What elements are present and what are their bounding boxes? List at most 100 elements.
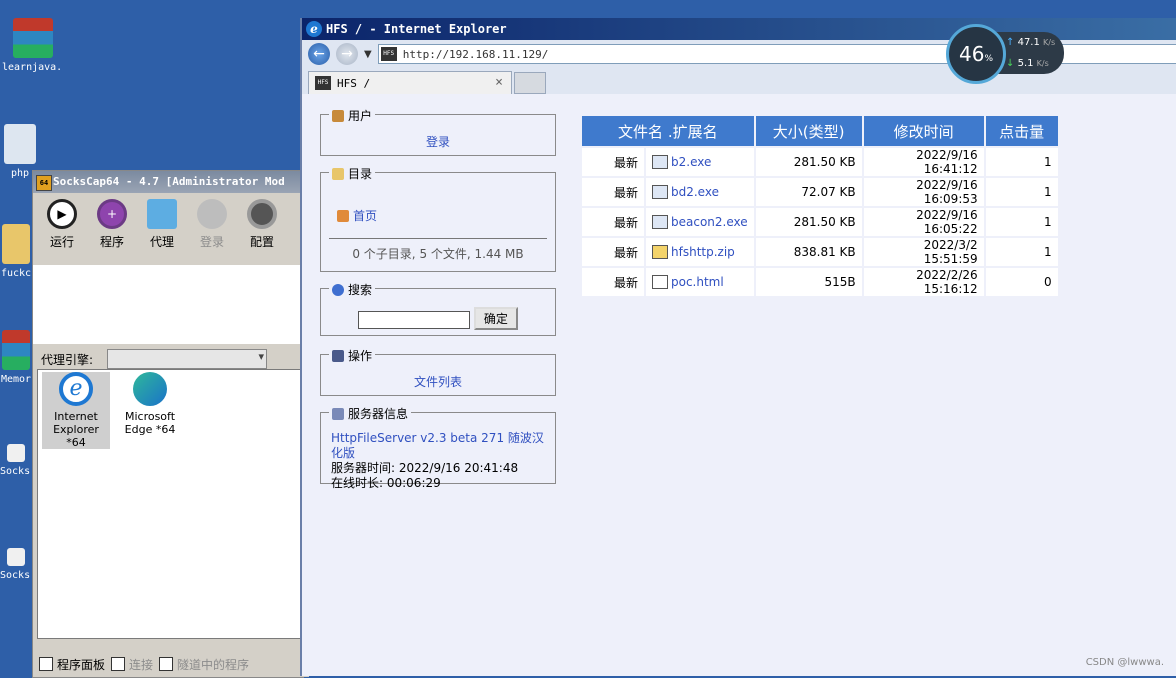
file-list-link[interactable]: 文件列表: [414, 375, 462, 389]
col-filename[interactable]: 文件名 .扩展名: [582, 116, 754, 146]
html-file-icon: [652, 275, 668, 290]
usage-percent-unit: %: [984, 54, 993, 64]
login-link[interactable]: 登录: [426, 135, 450, 149]
server-version-link[interactable]: HttpFileServer v2.3 beta 271 随波汉化版: [331, 431, 555, 461]
refresh-icon: [197, 199, 227, 229]
sockscap-logo-icon: 64: [36, 175, 52, 191]
table-row: 最新 b2.exe 281.50 KB 2022/9/16 16:41:12 1: [582, 148, 1058, 176]
run-button[interactable]: ▶ 运行: [39, 197, 85, 250]
hfs-favicon-icon: HFS: [380, 47, 397, 61]
back-button[interactable]: ←: [308, 43, 330, 65]
search-submit-button[interactable]: 确定: [473, 307, 518, 330]
forward-button[interactable]: →: [336, 43, 358, 65]
search-input[interactable]: [358, 310, 471, 329]
hfs-favicon-icon: HFS: [315, 76, 331, 90]
directory-legend: 目录: [329, 165, 376, 182]
tab-program-panel[interactable]: 程序面板: [39, 656, 105, 673]
program-button[interactable]: + 程序: [89, 197, 135, 250]
download-arrow-icon: ↓: [1006, 58, 1015, 69]
history-dropdown-icon[interactable]: ▼: [364, 49, 372, 60]
user-legend: 用户: [329, 107, 376, 124]
file-size: 281.50 KB: [755, 148, 862, 176]
file-hits: 1: [985, 238, 1058, 266]
desktop-icon-sockscap-mo[interactable]: Socks Mo: [0, 548, 32, 581]
proxy-button[interactable]: 代理: [139, 197, 185, 250]
panel-icon: [39, 657, 53, 671]
col-size[interactable]: 大小(类型): [755, 116, 862, 146]
desktop-icon-label: Socks User: [0, 466, 32, 477]
sockscap-titlebar[interactable]: 64 SocksCap64 - 4.7 [Administrator Mod: [33, 171, 303, 193]
folder-icon: [2, 224, 30, 264]
file-date: 2022/3/2 15:51:59: [863, 238, 984, 266]
network-speed-widget[interactable]: ↑ 47.1 K/s ↓ 5.1 K/s 46%: [946, 24, 1066, 84]
file-link[interactable]: beacon2.exe: [671, 215, 748, 229]
proxy-engine-label: 代理引擎:: [41, 352, 94, 367]
file-link[interactable]: bd2.exe: [671, 185, 719, 199]
run-label: 运行: [49, 235, 74, 249]
help-icon: [332, 283, 344, 296]
table-row: 最新 beacon2.exe 281.50 KB 2022/9/16 16:05…: [582, 208, 1058, 236]
config-button[interactable]: 配置: [239, 197, 285, 250]
tab-tunneled[interactable]: 隧道中的程序: [159, 656, 249, 673]
file-link[interactable]: b2.exe: [671, 155, 711, 169]
desktop-icon-label: learnjava...: [2, 62, 64, 73]
file-link[interactable]: hfshttp.zip: [671, 245, 735, 259]
server-info-panel: 服务器信息 HttpFileServer v2.3 beta 271 随波汉化版…: [320, 405, 556, 490]
new-badge: 最新: [582, 208, 644, 236]
user-panel: 用户 登录: [320, 107, 556, 156]
internet-explorer-icon: e: [306, 21, 322, 37]
new-badge: 最新: [582, 148, 644, 176]
sockscap-toolbar: ▶ 运行 + 程序 代理 登录 配置: [33, 193, 303, 266]
proxy-icon: [147, 199, 177, 229]
shortcut-icon: [7, 444, 25, 462]
proxy-engine-select[interactable]: [107, 349, 268, 369]
file-name-cell: poc.html: [646, 268, 754, 296]
settings-file-icon: [4, 124, 36, 164]
internet-explorer-icon: e: [59, 372, 93, 406]
file-name-cell: b2.exe: [646, 148, 754, 176]
tab-close-icon[interactable]: ×: [495, 75, 503, 90]
desktop-icon-learnjava[interactable]: learnjava...: [2, 18, 64, 73]
browser-tab[interactable]: HFS HFS / ×: [308, 71, 512, 94]
sockscap-title: SocksCap64 - 4.7 [Administrator Mod: [53, 175, 285, 188]
play-icon: ▶: [47, 199, 77, 229]
tab-connection[interactable]: 连接: [111, 656, 153, 673]
file-size: 515B: [755, 268, 862, 296]
tab-label: 程序面板: [57, 657, 106, 672]
ie-title: HFS / - Internet Explorer: [326, 22, 507, 36]
exe-file-icon: [652, 215, 668, 230]
desktop-icon-memory[interactable]: Memor: [0, 330, 32, 385]
col-modified[interactable]: 修改时间: [863, 116, 984, 146]
new-badge: 最新: [582, 178, 644, 206]
desktop-icon-folder[interactable]: fuckc: [0, 224, 32, 279]
sockscap-tabs: 程序面板 连接 隧道中的程序: [33, 651, 309, 677]
program-list: e Internet Explorer *64 Microsoft Edge *…: [37, 369, 303, 639]
config-label: 配置: [249, 235, 274, 249]
home-link[interactable]: 首页: [353, 207, 377, 224]
search-legend: 搜索: [329, 281, 376, 298]
zip-file-icon: [652, 245, 668, 260]
usage-percent: 46: [958, 42, 985, 66]
program-item-ie[interactable]: e Internet Explorer *64: [42, 372, 110, 449]
server-uptime: 在线时长: 00:06:29: [331, 476, 441, 490]
program-label: Microsoft Edge *64: [124, 410, 176, 436]
directory-title: 目录: [348, 167, 373, 181]
connection-icon: [111, 657, 126, 671]
file-hits: 1: [985, 208, 1058, 236]
file-hits: 1: [985, 178, 1058, 206]
gear-icon: [247, 199, 277, 229]
login-button[interactable]: 登录: [189, 197, 235, 250]
col-hits[interactable]: 点击量: [985, 116, 1058, 146]
desktop-icon-sockscap-user[interactable]: Socks User: [0, 444, 32, 477]
tab-title: HFS /: [337, 76, 371, 90]
file-link[interactable]: poc.html: [671, 275, 724, 289]
user-title: 用户: [348, 109, 373, 123]
new-badge: 最新: [582, 268, 644, 296]
file-name-cell: bd2.exe: [646, 178, 754, 206]
program-item-edge[interactable]: Microsoft Edge *64: [116, 372, 184, 436]
server-icon: [332, 407, 344, 420]
table-row: 最新 bd2.exe 72.07 KB 2022/9/16 16:09:53 1: [582, 178, 1058, 206]
file-table: 文件名 .扩展名 大小(类型) 修改时间 点击量 最新 b2.exe 281.5…: [580, 114, 1060, 298]
program-label: Internet Explorer *64: [53, 410, 99, 449]
new-tab-button[interactable]: [514, 72, 546, 94]
